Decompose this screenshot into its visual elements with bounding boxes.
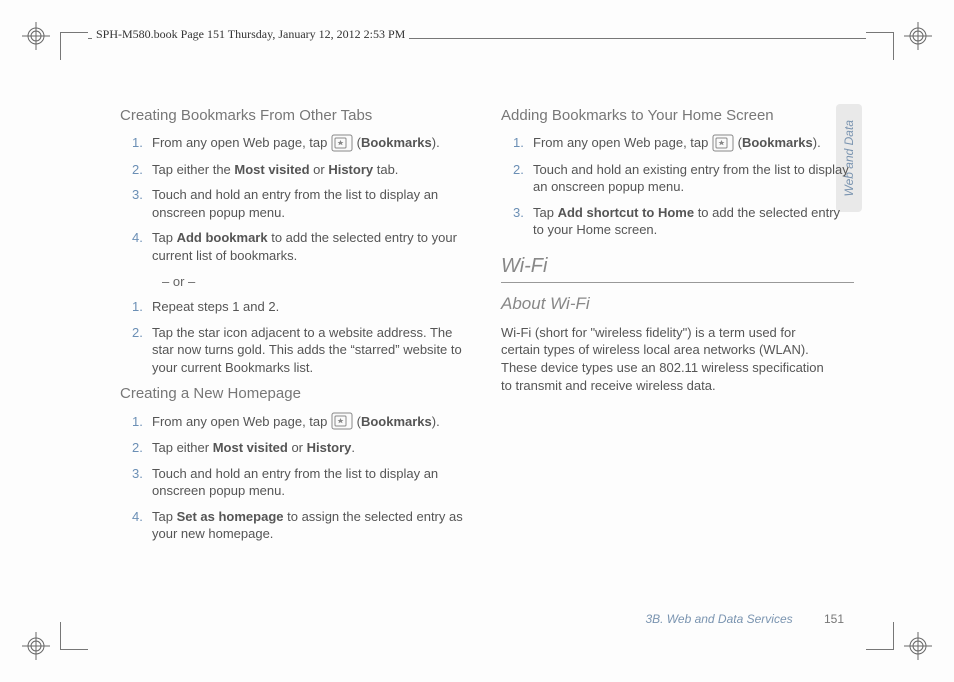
page-content: Creating Bookmarks From Other Tabs From … bbox=[120, 100, 854, 612]
list-item: Tap the star icon adjacent to a website … bbox=[120, 324, 473, 377]
step-text: From any open Web page, tap bbox=[533, 135, 712, 150]
bold-text: Most visited bbox=[234, 162, 309, 177]
list-item: Tap either Most visited or History. bbox=[120, 439, 473, 457]
heading-creating-bookmarks-tabs: Creating Bookmarks From Other Tabs bbox=[120, 106, 473, 126]
registration-mark-icon bbox=[904, 632, 932, 660]
step-text: or bbox=[288, 440, 307, 455]
list-item: From any open Web page, tap (Bookmarks). bbox=[120, 134, 473, 153]
paragraph: Wi-Fi (short for "wireless fidelity") is… bbox=[501, 324, 826, 394]
step-text: ). bbox=[432, 414, 440, 429]
list-item: Touch and hold an entry from the list to… bbox=[120, 465, 473, 500]
footer-page-number: 151 bbox=[824, 612, 844, 626]
step-text: Tap bbox=[533, 205, 558, 220]
heading-add-bookmarks-home: Adding Bookmarks to Your Home Screen bbox=[501, 106, 854, 126]
list-item: Touch and hold an existing entry from th… bbox=[501, 161, 854, 196]
step-text: or bbox=[310, 162, 329, 177]
crop-mark-icon bbox=[866, 622, 894, 650]
bold-text: History bbox=[307, 440, 352, 455]
list-item: Touch and hold an entry from the list to… bbox=[120, 186, 473, 221]
section-title-wifi: Wi-Fi bbox=[501, 253, 854, 283]
list-item: Tap Set as homepage to assign the select… bbox=[120, 508, 473, 543]
left-column: Creating Bookmarks From Other Tabs From … bbox=[120, 100, 473, 612]
crop-mark-icon bbox=[60, 622, 88, 650]
step-text: Tap either the bbox=[152, 162, 234, 177]
step-text: Tap bbox=[152, 509, 177, 524]
steps-list: From any open Web page, tap (Bookmarks).… bbox=[120, 413, 473, 543]
step-text: From any open Web page, tap bbox=[152, 414, 331, 429]
steps-list: From any open Web page, tap (Bookmarks).… bbox=[501, 134, 854, 239]
bold-text: Most visited bbox=[213, 440, 288, 455]
bold-text: Add bookmark bbox=[177, 230, 268, 245]
step-text: From any open Web page, tap bbox=[152, 135, 331, 150]
step-text: Tap bbox=[152, 230, 177, 245]
registration-mark-icon bbox=[22, 22, 50, 50]
steps-list: Repeat steps 1 and 2. Tap the star icon … bbox=[120, 298, 473, 376]
list-item: Tap either the Most visited or History t… bbox=[120, 161, 473, 179]
crop-mark-icon bbox=[60, 32, 88, 60]
step-text: ). bbox=[813, 135, 821, 150]
list-item: Repeat steps 1 and 2. bbox=[120, 298, 473, 316]
bold-text: Add shortcut to Home bbox=[558, 205, 695, 220]
bold-text: Bookmarks bbox=[742, 135, 813, 150]
list-item: Tap Add shortcut to Home to add the sele… bbox=[501, 204, 854, 239]
list-item: From any open Web page, tap (Bookmarks). bbox=[120, 413, 473, 432]
page-footer: 3B. Web and Data Services 151 bbox=[645, 612, 844, 626]
page-header: SPH-M580.book Page 151 Thursday, January… bbox=[92, 27, 409, 42]
footer-section-label: 3B. Web and Data Services bbox=[645, 612, 792, 626]
right-column: Web and Data Adding Bookmarks to Your Ho… bbox=[501, 100, 854, 612]
registration-mark-icon bbox=[904, 22, 932, 50]
bold-text: History bbox=[328, 162, 373, 177]
bold-text: Set as homepage bbox=[177, 509, 284, 524]
step-text: tab. bbox=[373, 162, 398, 177]
bookmarks-icon bbox=[331, 412, 353, 430]
bookmarks-icon bbox=[712, 134, 734, 152]
bookmarks-icon bbox=[331, 134, 353, 152]
or-separator: – or – bbox=[120, 273, 473, 291]
heading-new-homepage: Creating a New Homepage bbox=[120, 384, 473, 404]
step-text: . bbox=[351, 440, 355, 455]
registration-mark-icon bbox=[22, 632, 50, 660]
step-text: ). bbox=[432, 135, 440, 150]
step-text: Tap either bbox=[152, 440, 213, 455]
bold-text: Bookmarks bbox=[361, 135, 432, 150]
bold-text: Bookmarks bbox=[361, 414, 432, 429]
list-item: Tap Add bookmark to add the selected ent… bbox=[120, 229, 473, 264]
list-item: From any open Web page, tap (Bookmarks). bbox=[501, 134, 854, 153]
section-sub-about-wifi: About Wi-Fi bbox=[501, 293, 854, 316]
steps-list: From any open Web page, tap (Bookmarks).… bbox=[120, 134, 473, 264]
crop-mark-icon bbox=[866, 32, 894, 60]
